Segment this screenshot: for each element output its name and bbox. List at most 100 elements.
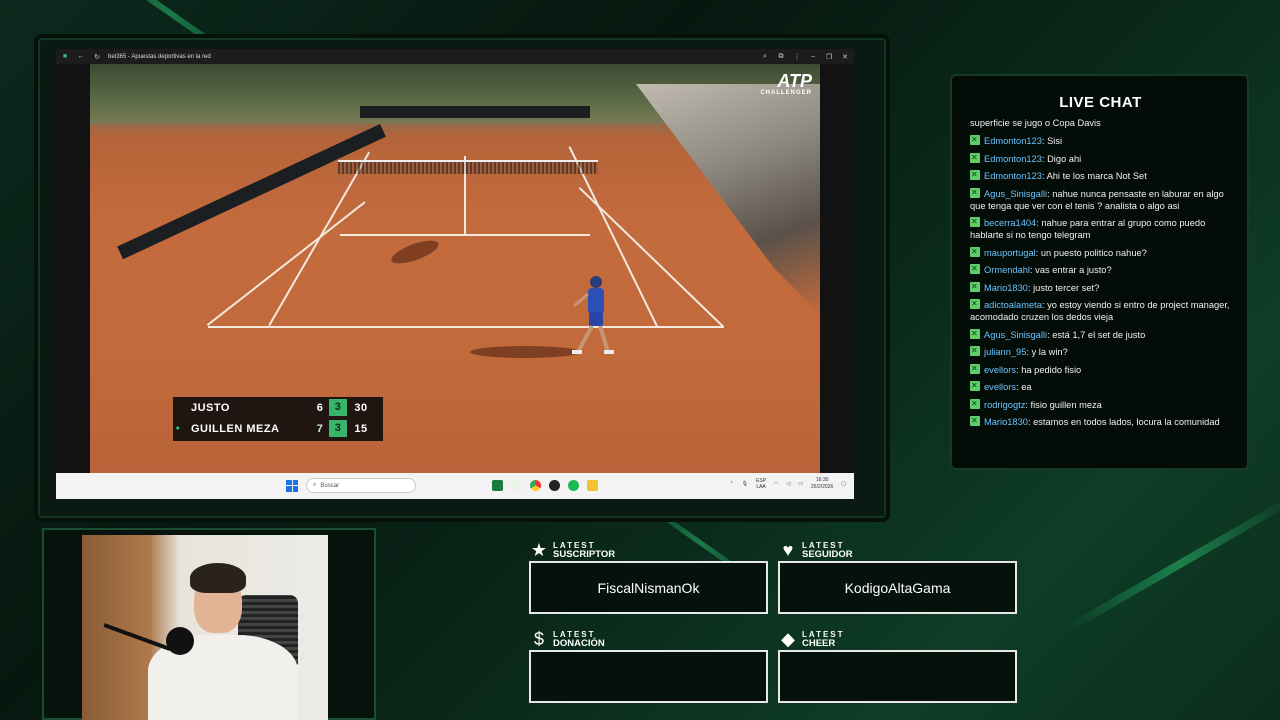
chrome-icon[interactable] — [530, 480, 541, 491]
player-set-score: 7 — [316, 422, 324, 435]
language-indicator[interactable]: ESP LAA — [756, 478, 766, 490]
subscriber-badge-icon — [970, 363, 980, 375]
chat-username[interactable]: Mario1830 — [984, 417, 1028, 427]
chat-text: Ahi te los marca Not Set — [1046, 171, 1147, 181]
baseline — [208, 326, 724, 328]
volume-icon[interactable]: ◁ — [786, 481, 790, 487]
chat-text: ea — [1021, 382, 1032, 392]
spotify-icon[interactable] — [568, 480, 579, 491]
restore-icon[interactable]: ❐ — [824, 53, 834, 61]
latest-type: SUSCRIPTOR — [553, 549, 616, 560]
chat-message: adictoalameta: yo estoy viendo si entro … — [970, 298, 1231, 323]
chat-message-list: Edmonton123: SisiEdmonton123: Digo ahiEd… — [970, 134, 1231, 428]
subscriber-badge-icon — [970, 246, 980, 258]
latest-type: SEGUIDOR — [802, 549, 853, 560]
star-icon: ★ — [530, 540, 548, 560]
score-row-player2: ● GUILLEN MEZA 7 3 15 — [173, 418, 383, 439]
chat-message: rodrigogtz: fisio guillen meza — [970, 398, 1231, 411]
chat-text: fisio guillen meza — [1030, 399, 1102, 410]
chat-username[interactable]: Agus_Sinisgalli — [984, 330, 1047, 340]
diamond-icon: ◆ — [781, 629, 795, 649]
wifi-icon[interactable]: ◠ — [774, 481, 778, 487]
chat-message-partial: superficie se jugo o Copa Davis — [970, 118, 1101, 128]
browser-titlebar: ■ ← ↻ bet365 - Apuestas deportivas en la… — [56, 49, 854, 64]
chat-username[interactable]: becerra1404 — [984, 218, 1036, 228]
latest-suscriptor-panel: ★ LATEST SUSCRIPTOR FiscalNismanOk — [529, 539, 768, 614]
chat-username[interactable]: evellors — [984, 365, 1016, 375]
latest-donacion-value — [529, 650, 768, 703]
subscriber-badge-icon — [970, 281, 980, 293]
battery-icon[interactable]: ▭ — [798, 481, 803, 487]
chat-message: Edmonton123: Ahi te los marca Not Set — [970, 169, 1231, 182]
chat-username[interactable]: evellors — [984, 382, 1016, 392]
player-points: 15 — [354, 422, 368, 435]
service-line — [340, 234, 590, 236]
chevron-up-icon[interactable]: ⌃ — [729, 481, 733, 487]
chat-message: Agus_Sinisgalli: nahue nunca pensaste en… — [970, 187, 1231, 212]
obs-icon[interactable] — [549, 480, 560, 491]
chat-text: un puesto politico nahue? — [1040, 247, 1147, 258]
chat-message: Edmonton123: Sisi — [970, 134, 1231, 147]
chat-title: LIVE CHAT — [1059, 94, 1142, 111]
player-name: JUSTO — [191, 401, 230, 414]
latest-type: DONACIÓN — [553, 638, 605, 649]
heart-icon: ♥ — [782, 540, 794, 560]
latest-seguidor-panel: ♥ LATEST SEGUIDOR KodigoAltaGama — [778, 539, 1017, 614]
player-set-score: 6 — [316, 401, 324, 414]
dollar-icon: $ — [533, 629, 544, 649]
whatsapp-icon[interactable] — [511, 480, 522, 491]
subscriber-badge-icon — [970, 345, 980, 357]
subscriber-badge-icon — [970, 263, 980, 275]
subscriber-badge-icon — [970, 328, 980, 340]
chat-username[interactable]: Edmonton123 — [984, 171, 1042, 181]
player-points: 30 — [354, 401, 368, 414]
tennis-player — [572, 276, 614, 354]
search-placeholder: Buscar — [320, 482, 340, 489]
chat-username[interactable]: Edmonton123 — [984, 154, 1042, 164]
chat-message: Mario1830: justo tercer set? — [970, 281, 1231, 294]
chat-username[interactable]: rodrigogtz — [984, 400, 1025, 410]
chat-text: Sisi — [1047, 136, 1063, 146]
latest-donacion-panel: $ LATEST DONACIÓN — [529, 628, 768, 703]
windows-start-icon[interactable] — [286, 479, 298, 492]
player-shadow — [470, 346, 580, 358]
menu-icon[interactable]: ⋮ — [792, 53, 802, 61]
extensions-icon[interactable]: ⧉ — [776, 53, 786, 61]
reload-icon[interactable]: ↻ — [92, 53, 102, 61]
chat-username[interactable]: Ormendahl — [984, 265, 1030, 275]
scoreboard: JUSTO 6 3 30 ● GUILLEN MEZA 7 3 15 — [173, 397, 383, 441]
chat-text: Digo ahi — [1047, 153, 1082, 164]
zoom-icon[interactable]: ⌕ — [760, 53, 770, 61]
taskbar-search[interactable]: ⌕ Buscar — [306, 478, 416, 493]
chat-username[interactable]: juliann_95 — [984, 347, 1026, 357]
decorative-stripe — [1065, 495, 1280, 633]
subscriber-badge-icon — [970, 380, 980, 392]
chat-username[interactable]: Mario1830 — [984, 283, 1028, 293]
latest-cheer-value — [778, 650, 1017, 703]
latest-cheer-panel: ◆ LATEST CHEER — [778, 628, 1017, 703]
clock[interactable]: 16:30 26/2/2026 — [811, 477, 833, 491]
mic-icon[interactable]: 🎙 — [742, 481, 748, 487]
chat-message: Edmonton123: Digo ahi — [970, 152, 1231, 165]
chat-message: juliann_95: y la win? — [970, 345, 1231, 358]
chat-username[interactable]: Edmonton123 — [984, 136, 1042, 146]
microphone — [166, 627, 194, 655]
chat-message: Ormendahl: vas entrar a justo? — [970, 263, 1231, 276]
notification-icon[interactable]: ▢ — [841, 481, 846, 487]
chat-message: Mario1830: estamos en todos lados, locur… — [970, 415, 1231, 428]
minimize-icon[interactable]: – — [808, 53, 818, 60]
score-row-player1: JUSTO 6 3 30 — [173, 397, 383, 418]
close-icon[interactable]: ✕ — [840, 53, 850, 61]
chat-text: vas entrar a justo? — [1035, 265, 1112, 275]
chat-username[interactable]: adictoalameta — [984, 300, 1042, 310]
tennis-video[interactable]: ATP CHALLENGER JUSTO 6 3 30 ● GUILLEN ME… — [56, 64, 854, 473]
app-icon: ■ — [62, 53, 68, 60]
back-icon[interactable]: ← — [76, 53, 86, 60]
player-current-set: 3 — [329, 420, 347, 437]
chat-username[interactable]: mauportugal — [984, 248, 1036, 258]
file-explorer-icon[interactable] — [587, 480, 598, 491]
bet365-app-icon[interactable] — [492, 480, 503, 491]
chat-username[interactable]: Agus_Sinisgalli — [984, 189, 1047, 199]
subscriber-badge-icon — [970, 187, 980, 199]
system-tray: ⌃ 🎙 ESP LAA ◠ ◁ ▭ 16:30 26/2/2026 ▢ — [729, 477, 846, 491]
